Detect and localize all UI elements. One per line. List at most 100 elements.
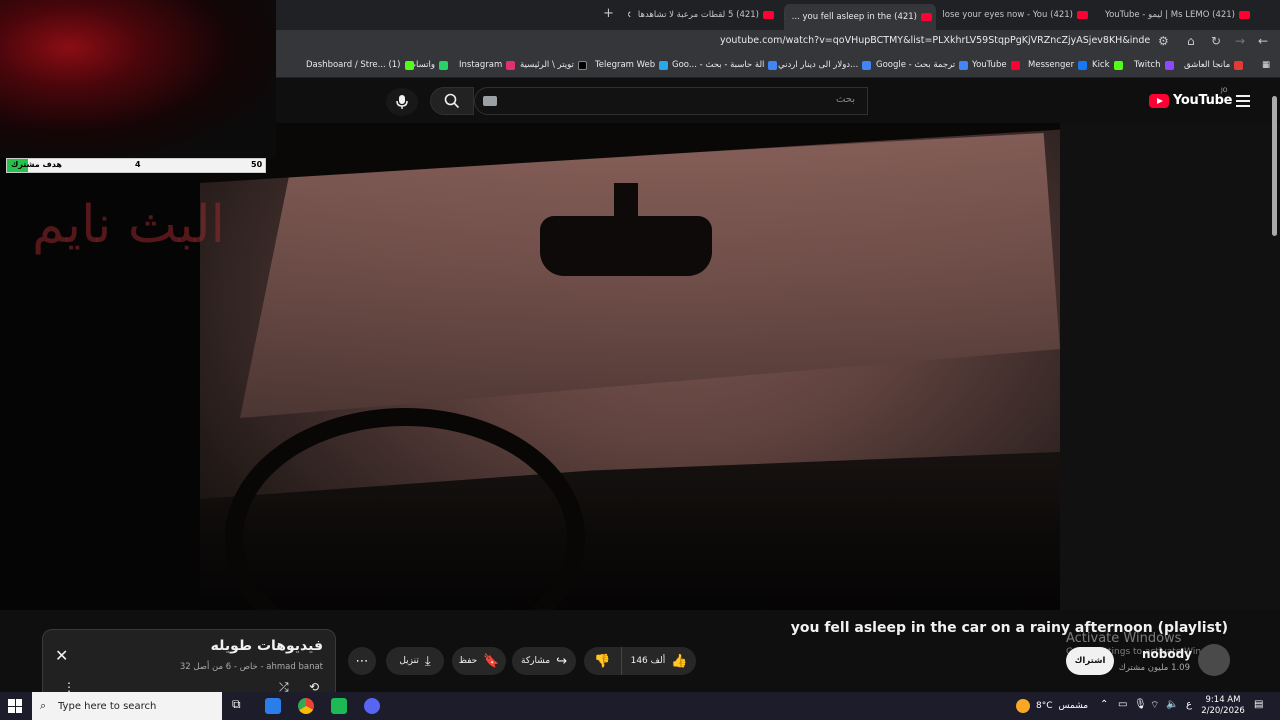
share-button[interactable]: مشاركة ↪ (512, 647, 576, 675)
forward-icon[interactable]: → (1235, 34, 1245, 48)
channel-avatar[interactable] (1198, 644, 1230, 676)
bookmark-item[interactable]: Twitch (1134, 60, 1174, 70)
browser-tab-1[interactable]: (421) 5 لقطات مرعبة لا تشاهدها ✕ (628, 4, 778, 26)
bookmark-label: Goo... - الة حاسبة - بحث (672, 60, 765, 70)
goal-label: هدف مشترك (11, 160, 62, 169)
apps-icon[interactable]: ▦ (1262, 60, 1270, 70)
weather-label: مشمس (1058, 701, 1089, 711)
bookmark-item[interactable]: مانجا العاشق (1184, 60, 1244, 70)
playlist-panel: ✕ فيديوهات طويله ahmad banat - خاص - 6 م… (42, 629, 336, 699)
scrollbar-thumb[interactable] (1272, 96, 1277, 236)
youtube-play-icon (1149, 93, 1169, 108)
video-rearview-mirror (540, 216, 712, 276)
subscriber-count: 1.09 مليون مشترك (1118, 663, 1190, 673)
menu-icon[interactable] (1236, 95, 1250, 107)
volume-icon[interactable]: 🔈 (1166, 699, 1178, 710)
download-label: تنزيل (399, 656, 419, 666)
bookmark-item[interactable]: Telegram Web (595, 60, 669, 70)
youtube-favicon-icon (921, 13, 932, 21)
browser-tab-4[interactable]: (421) Ms LEMO | ليمو - YouTube ✕ (1100, 4, 1254, 26)
bookmark-item[interactable]: Dashboard / Stre... (1) (306, 60, 414, 70)
subscriber-goal-bar: هدف مشترك 4 50 (6, 158, 266, 173)
bookmark-item[interactable]: دولار الى دينار اردني... (778, 60, 872, 70)
discord-icon[interactable] (364, 698, 380, 714)
bookmark-item[interactable]: YouTube (972, 60, 1020, 70)
more-actions-button[interactable]: ⋯ (348, 647, 376, 675)
bookmark-favicon-icon (1078, 60, 1088, 70)
search-button[interactable] (430, 87, 474, 115)
bookmark-item[interactable]: Goo... - الة حاسبة - بحث (672, 60, 778, 70)
taskbar-clock[interactable]: 9:14 AM 2/20/2026 (1198, 695, 1248, 717)
bookmark-item[interactable]: Google - ترجمة بحث (876, 60, 969, 70)
youtube-favicon-icon (1239, 11, 1250, 19)
close-tab-icon[interactable]: ✕ (628, 10, 632, 21)
bookmark-favicon-icon (439, 60, 449, 70)
youtube-logo[interactable]: YouTube JO (1149, 87, 1233, 108)
bookmark-item[interactable]: Kick (1092, 60, 1123, 70)
share-icon: ↪ (556, 653, 567, 669)
search-input[interactable]: بحث (474, 87, 868, 115)
bookmark-favicon-icon (1113, 60, 1123, 70)
playlist-title: فيديوهات طويله (210, 638, 323, 654)
url-field[interactable]: youtube.com/watch?v=qoVHupBCTMY&list=PLX… (720, 35, 1150, 46)
microsoft-store-icon[interactable] (265, 698, 281, 714)
tune-icon[interactable]: ⚙ (1158, 34, 1169, 48)
video-player[interactable]: البث نايم (0, 123, 1280, 610)
bookmark-label: دولار الى دينار اردني... (778, 60, 859, 70)
back-icon[interactable]: ← (1258, 34, 1268, 48)
bookmark-favicon-icon (959, 60, 969, 70)
subscribe-button[interactable]: اشتراك (1066, 647, 1114, 675)
goal-target: 50 (251, 160, 263, 169)
bookmark-label: تويتر \ الرئيسية (520, 60, 574, 70)
webcam-overlay (0, 0, 276, 158)
tab-label: (421) you fell asleep in the ... (791, 12, 917, 22)
windows-start-icon[interactable] (8, 699, 22, 713)
keyboard-icon[interactable] (483, 96, 497, 106)
youtube-wordmark: YouTube (1173, 93, 1233, 108)
bookmark-favicon-icon (404, 60, 414, 70)
tab-label: (421) close your eyes now - You (942, 10, 1073, 20)
browser-tab-3[interactable]: (421) close your eyes now - You ✕ (942, 4, 1092, 26)
new-tab-button[interactable]: + (603, 6, 614, 21)
activate-windows-title: Activate Windows (1066, 631, 1182, 646)
bookmark-favicon-icon (1164, 60, 1174, 70)
browser-tab-2[interactable]: (421) you fell asleep in the ... ✕ (784, 4, 936, 30)
page-scrollbar[interactable] (1271, 84, 1278, 688)
bookmark-favicon-icon (659, 60, 669, 70)
playlist-meta: ahmad banat - خاص - 6 من أصل 32 (179, 662, 323, 672)
close-icon[interactable]: ✕ (55, 646, 68, 665)
bookmark-item[interactable]: واتساب (408, 60, 449, 70)
dislike-button[interactable]: 👎 (584, 647, 622, 675)
app-icon[interactable] (331, 698, 347, 714)
search-icon: ⌕ (40, 699, 47, 712)
network-icon[interactable]: ▭ (1118, 699, 1127, 710)
bookmark-label: Dashboard / Stre... (1) (306, 60, 401, 70)
input-language[interactable]: ع (1186, 699, 1192, 710)
thumbs-up-icon: 👍 (671, 653, 688, 669)
weather-widget[interactable]: 8°C مشمس (1016, 699, 1088, 713)
bookmark-favicon-icon (1010, 60, 1020, 70)
reload-icon[interactable]: ↻ (1211, 34, 1221, 48)
wifi-icon[interactable]: ⌔ (1150, 699, 1159, 712)
like-button[interactable]: 146 ألف 👍 (622, 647, 696, 675)
save-button[interactable]: حفظ 🔖 (452, 647, 506, 675)
thumbs-down-icon: 👎 (594, 653, 611, 669)
task-view-icon[interactable]: ⧉ (232, 697, 248, 713)
taskbar-search-input[interactable]: ⌕ Type here to search (32, 692, 222, 720)
voice-search-button[interactable] (386, 88, 418, 116)
notification-icon[interactable]: ▤ (1254, 699, 1263, 710)
microphone-icon[interactable]: 🎙 (1134, 699, 1147, 710)
search-icon (444, 93, 460, 109)
chrome-icon[interactable] (298, 698, 314, 714)
youtube-favicon-icon (1077, 11, 1088, 19)
close-tab-icon[interactable]: ✕ (784, 12, 786, 23)
share-label: مشاركة (521, 656, 551, 666)
channel-name[interactable]: nobody (1142, 647, 1192, 661)
bookmark-item[interactable]: Instagram (459, 60, 516, 70)
bookmark-item[interactable]: تويتر \ الرئيسية (520, 60, 587, 70)
bookmark-item[interactable]: Messenger (1028, 60, 1088, 70)
microphone-icon (396, 95, 408, 109)
home-icon[interactable]: ⌂ (1187, 34, 1195, 48)
chevron-up-icon[interactable]: ⌃ (1100, 699, 1108, 710)
download-button[interactable]: تنزيل ⤓ (386, 647, 444, 675)
